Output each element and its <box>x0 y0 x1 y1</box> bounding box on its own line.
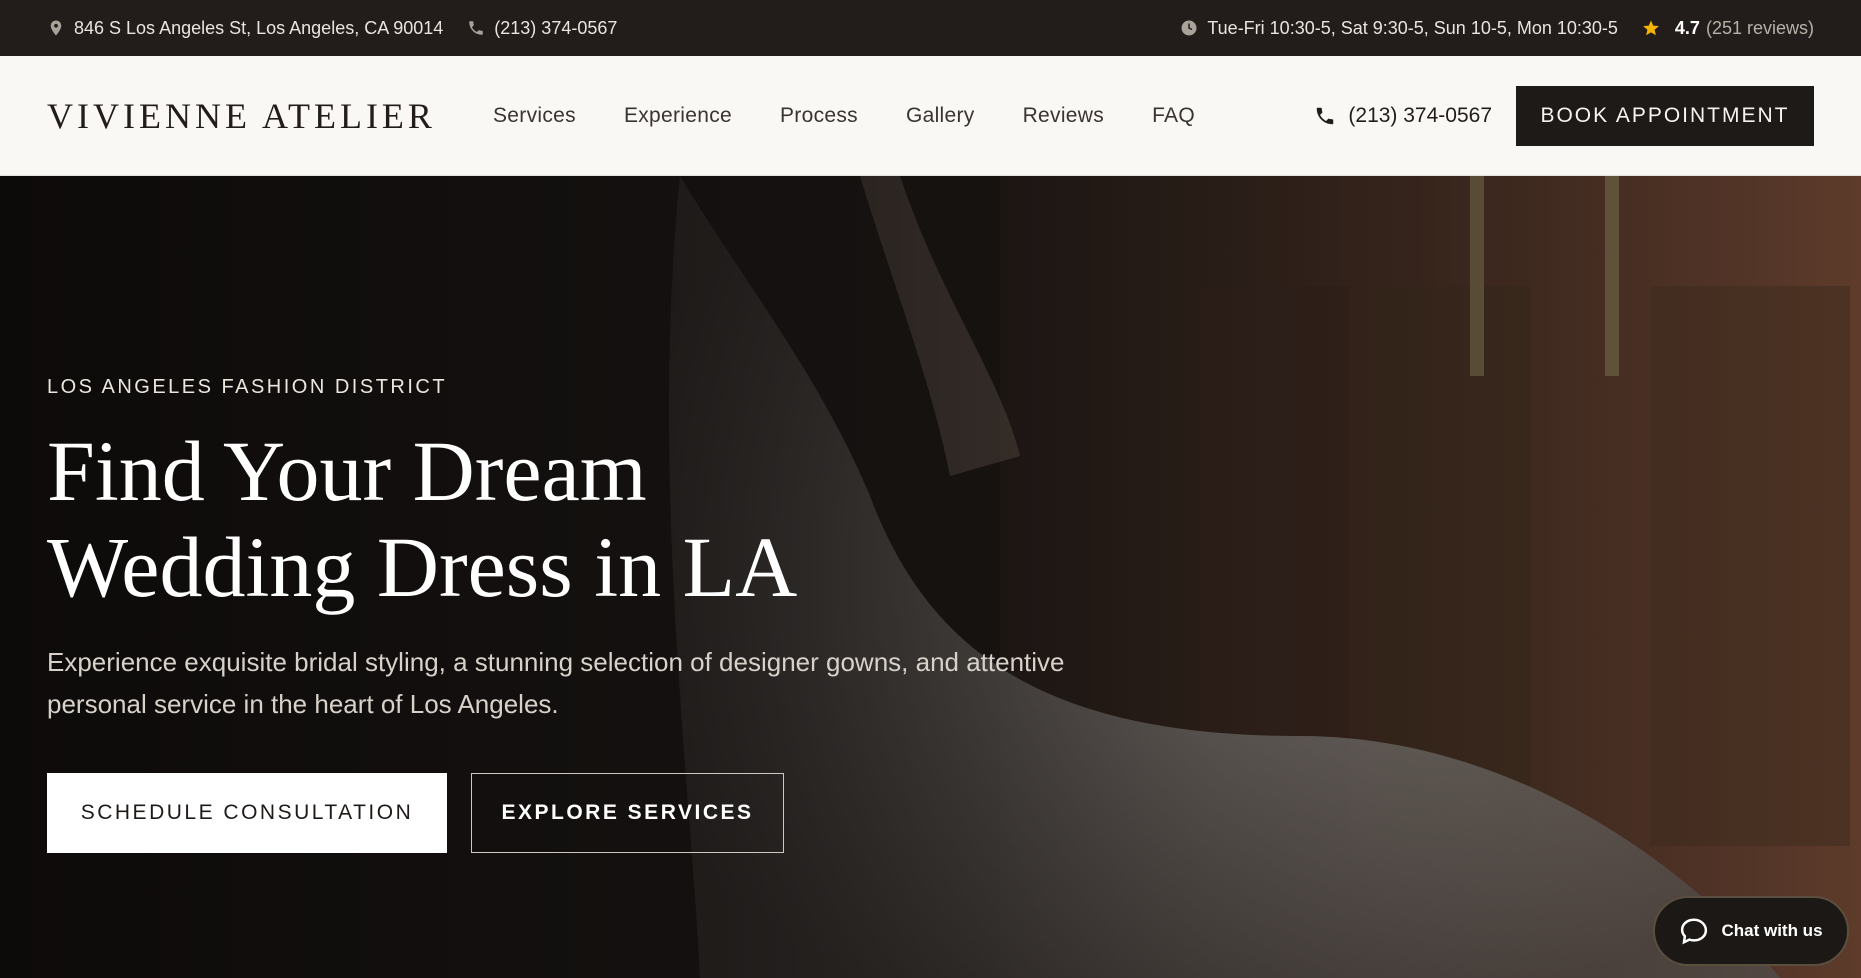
site-header: VIVIENNE ATELIER Services Experience Pro… <box>0 56 1861 176</box>
phone-icon <box>467 19 485 37</box>
chat-bubble-icon <box>1679 916 1709 946</box>
header-phone-link[interactable]: (213) 374-0567 <box>1314 104 1492 128</box>
hero-section: LOS ANGELES FASHION DISTRICT Find Your D… <box>0 176 1861 978</box>
star-icon <box>1642 19 1660 37</box>
header-phone-text: (213) 374-0567 <box>1348 103 1492 127</box>
hours-item: Tue-Fri 10:30-5, Sat 9:30-5, Sun 10-5, M… <box>1180 18 1618 39</box>
phone-icon <box>1314 105 1336 127</box>
nav-process[interactable]: Process <box>780 104 858 128</box>
nav-services[interactable]: Services <box>493 104 576 128</box>
hero-description: Experience exquisite bridal styling, a s… <box>47 647 1065 719</box>
main-nav: Services Experience Process Gallery Revi… <box>493 104 1314 128</box>
address-text: 846 S Los Angeles St, Los Angeles, CA 90… <box>74 17 444 38</box>
chat-widget-button[interactable]: Chat with us <box>1653 896 1849 966</box>
contact-group: 846 S Los Angeles St, Los Angeles, CA 90… <box>47 18 617 39</box>
hero-title: Find Your Dream Wedding Dress in LA <box>47 423 1147 615</box>
hours-text: Tue-Fri 10:30-5, Sat 9:30-5, Sun 10-5, M… <box>1207 17 1618 38</box>
hours-rating-group: Tue-Fri 10:30-5, Sat 9:30-5, Sun 10-5, M… <box>1180 18 1814 39</box>
topbar-phone-item[interactable]: (213) 374-0567 <box>467 18 617 39</box>
top-info-bar: 846 S Los Angeles St, Los Angeles, CA 90… <box>0 0 1861 56</box>
nav-gallery[interactable]: Gallery <box>906 104 975 128</box>
clock-icon <box>1180 19 1198 37</box>
hero-content: LOS ANGELES FASHION DISTRICT Find Your D… <box>47 376 1147 853</box>
logo[interactable]: VIVIENNE ATELIER <box>47 95 493 137</box>
hero-title-line-2: Wedding Dress in LA <box>47 519 798 615</box>
rating-value: 4.7 <box>1674 17 1700 38</box>
hero-title-line-1: Find Your Dream <box>47 423 647 519</box>
nav-reviews[interactable]: Reviews <box>1023 104 1104 128</box>
nav-experience[interactable]: Experience <box>624 104 732 128</box>
rating-item[interactable]: 4.7 (251 reviews) <box>1642 18 1814 39</box>
book-appointment-button[interactable]: BOOK APPOINTMENT <box>1516 85 1814 146</box>
chat-label: Chat with us <box>1721 921 1823 940</box>
review-count: (251 reviews) <box>1705 17 1814 38</box>
topbar-phone-text: (213) 374-0567 <box>494 17 618 38</box>
nav-faq[interactable]: FAQ <box>1152 104 1195 128</box>
schedule-consultation-button[interactable]: SCHEDULE CONSULTATION <box>47 773 447 853</box>
hero-eyebrow: LOS ANGELES FASHION DISTRICT <box>47 376 448 398</box>
map-pin-icon <box>47 19 65 37</box>
hero-cta-row: SCHEDULE CONSULTATION EXPLORE SERVICES <box>47 773 1147 853</box>
explore-services-button[interactable]: EXPLORE SERVICES <box>471 773 784 853</box>
address-item[interactable]: 846 S Los Angeles St, Los Angeles, CA 90… <box>47 18 443 39</box>
